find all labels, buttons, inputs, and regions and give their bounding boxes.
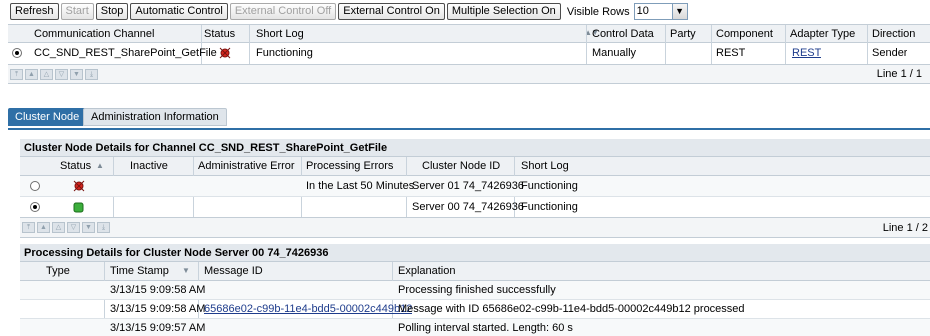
processing-table-header: Type Time Stamp ▼ Message ID Explanation [20,262,930,336]
line-info: Line 1 / 2 [882,222,928,234]
col-explanation[interactable]: Explanation [398,265,456,277]
tab-cluster-node[interactable]: Cluster Node [8,108,87,126]
tab-strip: Cluster Node Administration Information [8,108,930,130]
col-message-id[interactable]: Message ID [204,265,263,277]
col-party[interactable]: Party [670,28,696,40]
next-row-icon[interactable]: ▽ [55,69,68,80]
first-page-icon[interactable]: ⤒ [10,69,23,80]
refresh-button[interactable]: Refresh [10,3,59,20]
table-row[interactable]: 3/13/15 9:09:58 AM 65686e02-c99b-11e4-bd… [20,300,930,319]
next-row-icon[interactable]: ▽ [67,222,80,233]
first-page-icon[interactable]: ⤒ [22,222,35,233]
automatic-control-button[interactable]: Automatic Control [130,3,228,20]
col-cluster-node-id[interactable]: Cluster Node ID [422,160,500,172]
start-button[interactable]: Start [60,3,94,20]
channel-name: CC_SND_REST_SharePoint_GetFile [34,47,217,59]
external-control-on-button[interactable]: External Control On [338,3,445,20]
visible-rows-select[interactable]: 10 ▼ [633,3,688,20]
line-info: Line 1 / 1 [876,68,922,80]
channel-table: Communication Channel ▲ ▼ Status Short Lo… [8,24,930,84]
prev-row-icon[interactable]: △ [52,222,65,233]
cluster-node-id-value: Server 00 74_7426936 [412,201,524,213]
adapter-type-link[interactable]: REST [792,47,821,59]
timestamp-value: 3/13/15 9:09:58 AM [110,284,206,296]
col-control-data[interactable]: Control Data [592,28,654,40]
tab-administration-information[interactable]: Administration Information [83,108,227,126]
timestamp-value: 3/13/15 9:09:58 AM [110,303,206,315]
external-control-off-button[interactable]: External Control Off [229,3,337,20]
col-status[interactable]: Status [60,160,91,172]
short-log-value: Functioning [521,180,578,192]
cluster-table-header: Status ▲ Inactive Administrative Error P… [20,157,930,218]
pager: ⤒ ▲ △ ▽ ▼ ⤓ [10,69,98,80]
toolbar: Refresh Start Stop Automatic Control Ext… [10,3,688,20]
prev-page-icon[interactable]: ▲ [37,222,50,233]
col-status[interactable]: Status [204,28,235,40]
col-type[interactable]: Type [46,265,70,277]
col-short-log[interactable]: Short Log [521,160,569,172]
table-row[interactable]: Server 00 74_7426936 Functioning [20,197,930,218]
next-page-icon[interactable]: ▼ [70,69,83,80]
ok-status-icon [73,202,84,212]
col-short-log[interactable]: Short Log [256,28,304,40]
channel-table-footer: ⤒ ▲ △ ▽ ▼ ⤓ Line 1 / 1 [8,65,930,84]
stop-button[interactable]: Stop [95,3,129,20]
col-time-stamp[interactable]: Time Stamp [110,265,169,277]
section-title: Cluster Node Details for Channel CC_SND_… [20,139,930,157]
next-page-icon[interactable]: ▼ [82,222,95,233]
message-id-link[interactable]: 65686e02-c99b-11e4-bdd5-00002c449b12 [204,303,412,315]
visible-rows-label: Visible Rows [566,5,630,18]
explanation-value: Processing finished successfully [398,284,556,296]
table-row[interactable]: 3/13/15 9:09:58 AM Processing finished s… [20,281,930,300]
prev-row-icon[interactable]: △ [40,69,53,80]
section-title: Processing Details for Cluster Node Serv… [20,244,930,262]
visible-rows-value: 10 [636,5,649,17]
table-row[interactable]: In the Last 50 Minutes Server 01 74_7426… [20,176,930,197]
col-direction[interactable]: Direction [872,28,915,40]
col-adapter-type[interactable]: Adapter Type [790,28,855,40]
timestamp-value: 3/13/15 9:09:57 AM [110,321,206,334]
short-log-value: Functioning [256,47,313,59]
last-page-icon[interactable]: ⤓ [85,69,98,80]
explanation-value: Polling interval started. Length: 60 s [398,321,573,334]
last-page-icon[interactable]: ⤓ [97,222,110,233]
control-data-value: Manually [592,47,637,59]
row-select-radio[interactable] [30,181,40,191]
cluster-table-footer: ⤒ ▲ △ ▽ ▼ ⤓ Line 1 / 2 [20,218,930,238]
channel-table-header: Communication Channel ▲▼ Status Short Lo… [8,25,930,65]
col-component[interactable]: Component [716,28,773,40]
col-administrative-error[interactable]: Administrative Error [198,160,295,172]
pager: ⤒ ▲ △ ▽ ▼ ⤓ [22,222,110,233]
short-log-value: Functioning [521,201,578,213]
row-select-radio[interactable] [30,202,40,212]
table-row[interactable]: CC_SND_REST_SharePoint_GetFile Functioni… [8,42,930,65]
processing-errors-value: In the Last 50 Minutes [306,180,415,192]
sort-descending-icon[interactable]: ▼ [182,266,927,275]
cluster-node-section: Cluster Node Details for Channel CC_SND_… [20,139,930,238]
col-inactive[interactable]: Inactive [130,160,168,172]
chevron-down-icon[interactable]: ▼ [671,4,687,19]
processing-details-section: Processing Details for Cluster Node Serv… [20,244,930,336]
error-status-icon [73,180,85,192]
error-status-icon [219,47,231,59]
cluster-node-id-value: Server 01 74_7426936 [412,180,524,192]
direction-value: Sender [872,47,908,59]
row-select-radio[interactable] [12,48,22,58]
table-row[interactable]: 3/13/15 9:09:57 AM Polling interval star… [20,319,930,336]
col-communication-channel[interactable]: Communication Channel [34,28,154,40]
multiple-selection-on-button[interactable]: Multiple Selection On [446,3,561,20]
explanation-value: Message with ID 65686e02-c99b-11e4-bdd5-… [398,303,745,315]
col-processing-errors[interactable]: Processing Errors [306,160,393,172]
prev-page-icon[interactable]: ▲ [25,69,38,80]
component-value: REST [716,47,746,59]
